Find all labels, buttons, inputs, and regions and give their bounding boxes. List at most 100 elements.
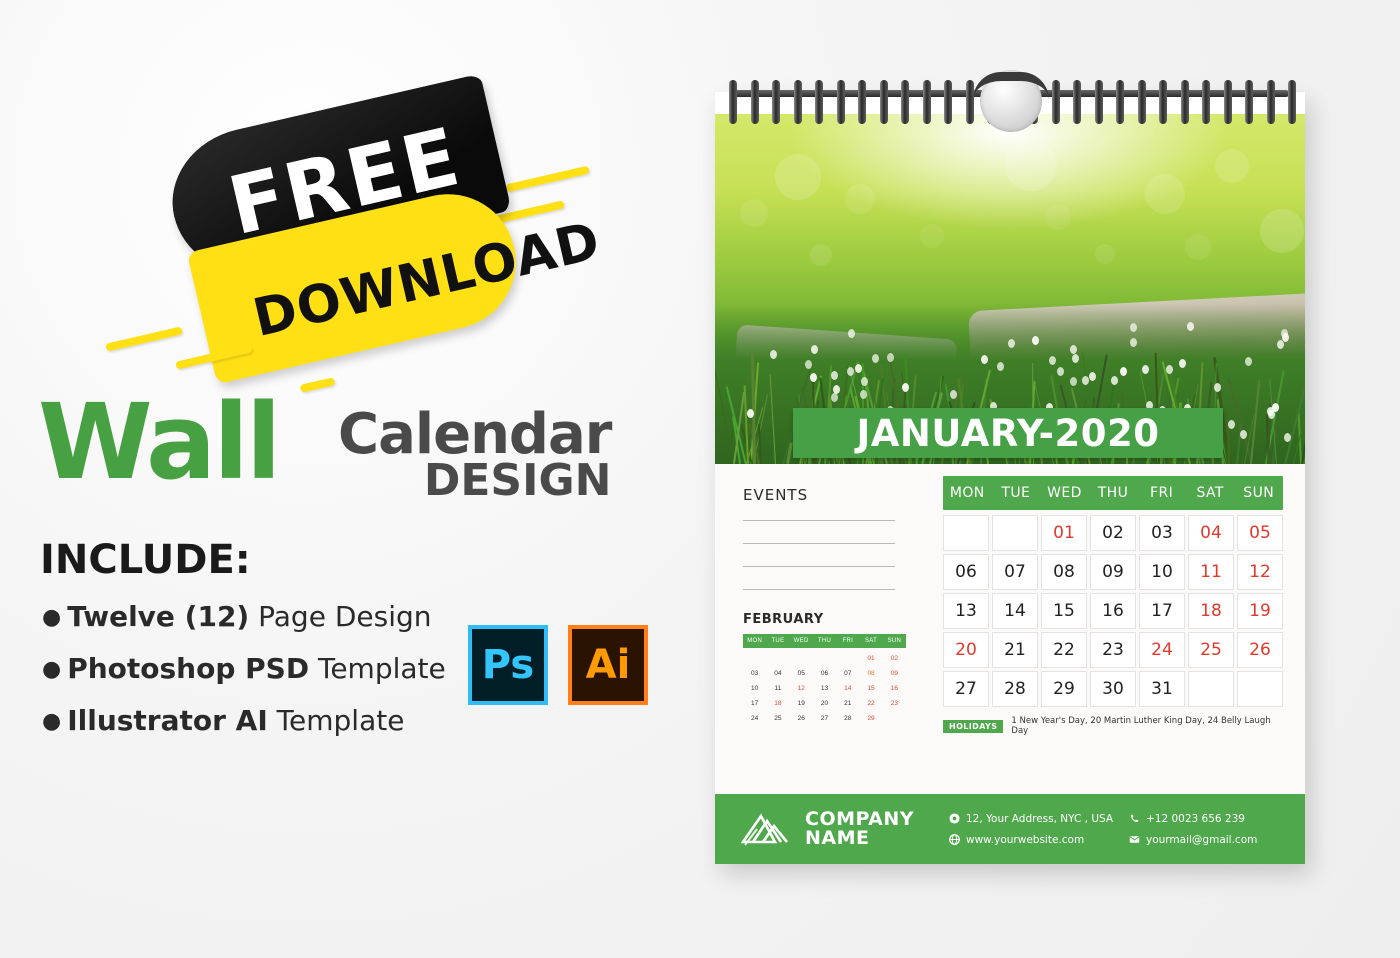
mini-day: 17 xyxy=(743,700,766,707)
calendar-photo: JANUARY-2020 xyxy=(715,114,1305,464)
day-cell[interactable]: 18 xyxy=(1188,593,1234,629)
event-line[interactable] xyxy=(743,520,895,521)
day-cell[interactable]: 25 xyxy=(1188,632,1234,668)
day-cell-empty xyxy=(943,515,989,551)
decorative-dash xyxy=(105,326,183,351)
bullet-icon: ● xyxy=(42,605,61,630)
company-logo-icon xyxy=(741,809,793,849)
day-cell[interactable]: 06 xyxy=(943,554,989,590)
day-cell[interactable]: 23 xyxy=(1090,632,1136,668)
wildflower xyxy=(747,409,754,418)
weekday-tue: TUE xyxy=(992,485,1041,501)
day-cell[interactable]: 24 xyxy=(1139,632,1185,668)
day-cell[interactable]: 09 xyxy=(1090,554,1136,590)
day-cell[interactable]: 02 xyxy=(1090,515,1136,551)
contact-address-text: 12, Your Address, NYC , USA xyxy=(966,813,1113,825)
day-cell[interactable]: 26 xyxy=(1237,632,1283,668)
include-title: INCLUDE: xyxy=(40,537,251,583)
contact-website: www.yourwebsite.com xyxy=(949,834,1119,846)
calendar-body: EVENTS FEBRUARY MON TUE WED THU FRI SAT SUN 01… xyxy=(715,464,1305,794)
wildflower xyxy=(1070,377,1077,386)
mini-day: 26 xyxy=(790,715,813,722)
month-banner-label: JANUARY-2020 xyxy=(856,412,1159,455)
day-cell[interactable]: 29 xyxy=(1041,671,1087,707)
day-cell[interactable]: 05 xyxy=(1237,515,1283,551)
day-cell[interactable]: 14 xyxy=(992,593,1038,629)
day-cell[interactable]: 11 xyxy=(1188,554,1234,590)
day-cell[interactable]: 07 xyxy=(992,554,1038,590)
free-download-badge: FREE DOWNLOAD xyxy=(110,95,580,395)
globe-icon xyxy=(949,834,960,845)
weekday-sun: SUN xyxy=(1234,485,1283,501)
weekday-mon: MON xyxy=(943,485,992,501)
wildflower xyxy=(981,355,988,364)
spiral-ring xyxy=(880,80,888,124)
day-cell[interactable]: 31 xyxy=(1139,671,1185,707)
hook-arc xyxy=(973,72,1049,100)
mini-weekday-mon: MON xyxy=(743,638,766,644)
contact-address: 12, Your Address, NYC , USA xyxy=(949,813,1119,825)
decorative-dash xyxy=(300,377,336,393)
wildflower xyxy=(1130,338,1137,347)
mini-day: 21 xyxy=(836,700,859,707)
event-line[interactable] xyxy=(743,543,895,544)
spiral-ring xyxy=(1202,80,1210,124)
mini-day: 14 xyxy=(836,685,859,692)
day-cell[interactable]: 27 xyxy=(943,671,989,707)
mini-day: 18 xyxy=(766,700,789,707)
holidays-row: HOLIDAYS 1 New Year's Day, 20 Martin Lut… xyxy=(943,716,1283,736)
spiral-ring xyxy=(751,80,759,124)
list-item-rest: Template xyxy=(268,704,405,737)
event-line[interactable] xyxy=(743,566,895,567)
mini-day: 25 xyxy=(766,715,789,722)
day-cell-empty xyxy=(1237,671,1283,707)
mini-day: 05 xyxy=(790,670,813,677)
mini-weekday-sat: SAT xyxy=(859,638,882,644)
day-cell[interactable]: 15 xyxy=(1041,593,1087,629)
events-title: EVENTS xyxy=(743,486,923,504)
wildflower xyxy=(1228,420,1235,429)
day-cell[interactable]: 12 xyxy=(1237,554,1283,590)
events-column: EVENTS FEBRUARY MON TUE WED THU FRI SAT SUN 01… xyxy=(743,486,923,722)
bokeh-circle xyxy=(845,184,875,214)
mini-day: 23 xyxy=(883,700,906,707)
day-cell[interactable]: 13 xyxy=(943,593,989,629)
company-name-line2: NAME xyxy=(805,829,914,848)
mini-day: 08 xyxy=(859,670,882,677)
day-cell[interactable]: 22 xyxy=(1041,632,1087,668)
bullet-icon: ● xyxy=(42,709,61,734)
mini-day: 10 xyxy=(743,685,766,692)
day-cell[interactable]: 19 xyxy=(1237,593,1283,629)
mini-day: 22 xyxy=(859,700,882,707)
day-cell[interactable]: 21 xyxy=(992,632,1038,668)
day-cell[interactable]: 04 xyxy=(1188,515,1234,551)
spiral-ring xyxy=(923,80,931,124)
day-cell[interactable]: 28 xyxy=(992,671,1038,707)
mini-calendar-weekday-row: MON TUE WED THU FRI SAT SUN xyxy=(743,634,906,648)
spiral-ring xyxy=(1138,80,1146,124)
mini-day: 27 xyxy=(813,715,836,722)
weekday-wed: WED xyxy=(1040,485,1089,501)
day-cell[interactable]: 08 xyxy=(1041,554,1087,590)
spiral-ring xyxy=(1245,80,1253,124)
event-line[interactable] xyxy=(743,589,895,590)
day-cell[interactable]: 30 xyxy=(1090,671,1136,707)
spiral-ring xyxy=(815,80,823,124)
day-cell[interactable]: 20 xyxy=(943,632,989,668)
day-cell[interactable]: 01 xyxy=(1041,515,1087,551)
day-cell[interactable]: 17 xyxy=(1139,593,1185,629)
mini-day: 12 xyxy=(790,685,813,692)
mini-day: 20 xyxy=(813,700,836,707)
headline-wall: Wall xyxy=(38,390,278,494)
day-cell[interactable]: 16 xyxy=(1090,593,1136,629)
headline: Wall Calendar DESIGN xyxy=(38,398,678,508)
day-cell[interactable]: 03 xyxy=(1139,515,1185,551)
mini-day: 28 xyxy=(836,715,859,722)
mini-day: 06 xyxy=(813,670,836,677)
list-item-rest: Template xyxy=(309,652,446,685)
wildflower xyxy=(1268,410,1275,419)
contact-phone: +12 0023 656 239 xyxy=(1129,813,1279,825)
wildflower xyxy=(847,367,854,376)
day-cell[interactable]: 10 xyxy=(1139,554,1185,590)
day-cell-empty xyxy=(1188,671,1234,707)
